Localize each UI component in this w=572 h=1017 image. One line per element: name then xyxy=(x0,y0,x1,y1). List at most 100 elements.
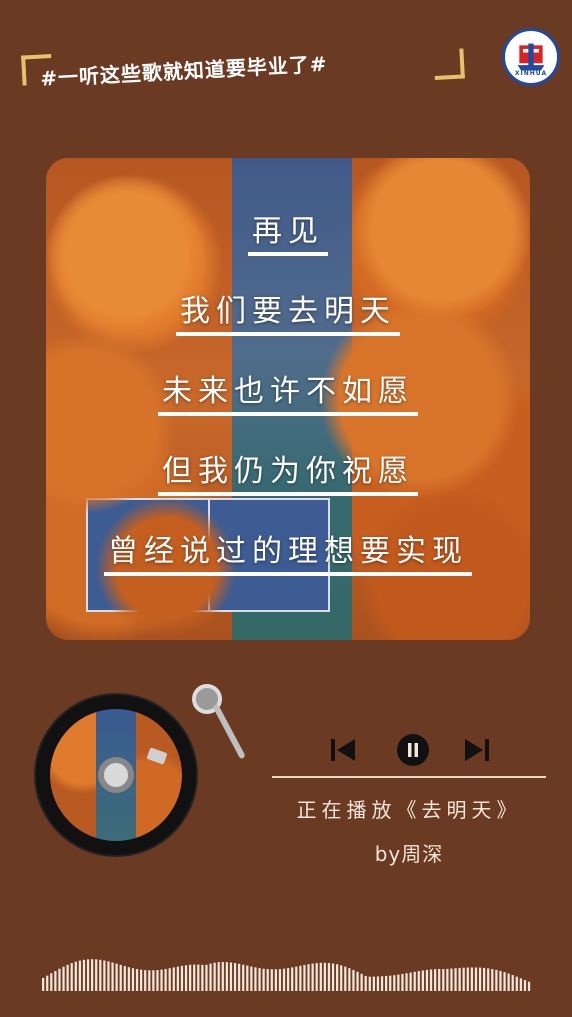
waveform-bar xyxy=(393,975,396,991)
waveform-bar xyxy=(507,973,510,991)
now-playing-label: 正在播放《去明天》 xyxy=(296,798,522,822)
waveform-bar xyxy=(503,972,506,991)
waveform-bar xyxy=(50,973,53,991)
waveform-bar xyxy=(319,962,322,991)
waveform-bar xyxy=(458,967,461,991)
waveform-bar xyxy=(438,968,441,991)
waveform-bar xyxy=(70,963,73,991)
waveform-bar xyxy=(425,969,429,991)
waveform-bar xyxy=(356,971,359,991)
next-track-button[interactable] xyxy=(460,732,494,768)
waveform-bar xyxy=(368,976,371,991)
waveform-bar xyxy=(274,969,277,991)
waveform-bar xyxy=(144,970,147,991)
waveform-bar xyxy=(307,964,310,991)
skip-next-icon xyxy=(465,739,489,761)
hashtag-banner: #一听这些歌就知道要毕业了# xyxy=(21,32,465,101)
waveform-bar xyxy=(242,964,245,991)
logo-wordmark: XINHUA xyxy=(514,70,548,77)
waveform-bar xyxy=(176,966,179,991)
lyric-line: 曾经说过的理想要实现 xyxy=(46,526,530,576)
waveform-bar xyxy=(103,960,106,991)
pause-button[interactable] xyxy=(396,732,430,768)
waveform-bar xyxy=(111,962,114,991)
waveform-bar xyxy=(454,968,457,991)
waveform-bar xyxy=(515,976,518,991)
waveform-bar xyxy=(409,972,412,991)
waveform-bar xyxy=(295,966,298,991)
waveform-bar xyxy=(95,959,98,991)
waveform-bar xyxy=(331,963,335,991)
waveform-bar xyxy=(184,965,188,991)
waveform-bar xyxy=(78,960,81,991)
artist-label: by周深 xyxy=(374,842,444,866)
waveform-bar xyxy=(364,975,367,991)
waveform-bar xyxy=(86,959,90,991)
lyric-line: 我们要去明天 xyxy=(46,286,530,336)
waveform-bar xyxy=(217,962,220,991)
waveform-bar xyxy=(62,966,65,991)
waveform-bar xyxy=(442,968,445,991)
waveform-bar xyxy=(380,976,384,991)
waveform-bar xyxy=(201,964,204,991)
waveform-bar xyxy=(258,968,261,991)
waveform-bar xyxy=(417,971,420,991)
waveform-bar xyxy=(46,975,49,991)
xinhua-logo: XINHUA xyxy=(502,28,560,86)
waveform-bar xyxy=(270,969,273,991)
hashtag-title: #一听这些歌就知道要毕业了# xyxy=(39,51,329,91)
waveform-bar xyxy=(180,965,184,991)
waveform-bar xyxy=(209,963,212,991)
waveform-bar xyxy=(344,966,347,991)
waveform-bar xyxy=(491,969,494,991)
waveform-bar xyxy=(148,970,151,991)
vinyl-record xyxy=(36,695,196,855)
waveform-bar xyxy=(164,968,167,991)
previous-track-button[interactable] xyxy=(326,732,360,768)
waveform-bar xyxy=(172,967,175,991)
waveform-bar xyxy=(446,968,449,991)
waveform-bar xyxy=(152,970,155,991)
controls-divider xyxy=(272,776,546,778)
waveform-bar xyxy=(42,977,45,991)
waveform-bar xyxy=(499,970,502,991)
tonearm xyxy=(212,703,246,760)
waveform-bar xyxy=(266,969,269,991)
waveform-bar xyxy=(323,962,326,991)
waveform-bar xyxy=(54,971,57,991)
waveform-bar xyxy=(462,967,465,991)
waveform-bar xyxy=(340,965,343,991)
waveform-bar xyxy=(99,959,102,991)
waveform-bar xyxy=(123,966,126,991)
waveform-bar xyxy=(229,962,233,991)
waveform-bar xyxy=(205,964,208,991)
waveform-bar xyxy=(131,968,135,991)
skip-previous-icon xyxy=(331,739,355,761)
waveform-bar xyxy=(511,975,514,991)
waveform-bar xyxy=(519,978,522,991)
waveform-bar xyxy=(213,962,216,991)
waveform-bar xyxy=(405,973,408,991)
pause-icon xyxy=(397,734,429,766)
waveform-bar xyxy=(197,964,200,991)
waveform-bar xyxy=(115,963,118,991)
waveform-bar xyxy=(450,968,453,991)
vinyl-hub xyxy=(98,757,134,793)
waveform-bar xyxy=(474,967,478,991)
waveform-bar xyxy=(421,970,424,991)
waveform-bar xyxy=(221,962,224,991)
audio-waveform xyxy=(42,959,531,991)
waveform-bar xyxy=(58,968,61,991)
waveform-bar xyxy=(376,976,380,991)
playback-controls xyxy=(326,732,496,768)
waveform-bar xyxy=(303,964,306,991)
waveform-bar xyxy=(107,961,110,991)
waveform-bar xyxy=(385,975,388,991)
waveform-bar xyxy=(238,963,241,991)
waveform-bar xyxy=(470,967,473,991)
waveform-bar xyxy=(527,981,531,991)
waveform-bar xyxy=(495,969,498,991)
lyric-line: 再见 xyxy=(46,206,530,256)
waveform-bar xyxy=(478,967,482,991)
waveform-bar xyxy=(327,962,331,991)
